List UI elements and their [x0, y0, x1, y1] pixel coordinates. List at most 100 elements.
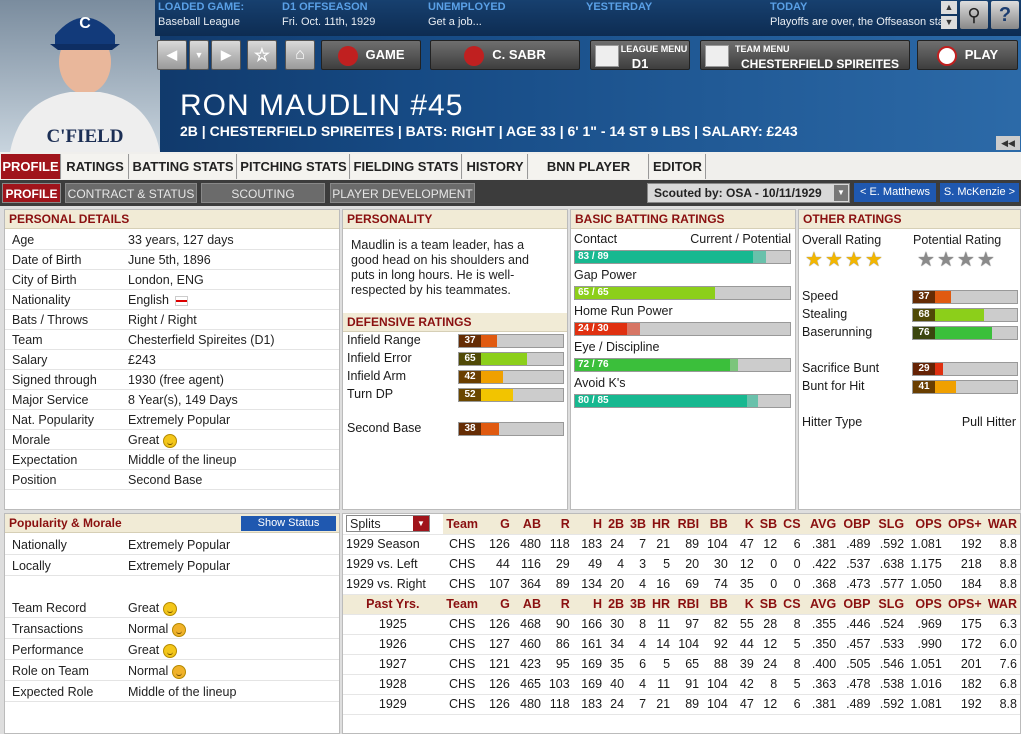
defensive-label: Infield Arm: [347, 369, 407, 383]
stats-cell: 65: [673, 654, 703, 675]
stats-cell: 161: [572, 634, 606, 655]
subtab-profile[interactable]: PROFILE: [2, 183, 61, 203]
stats-cell: .381: [803, 534, 840, 555]
tab-fielding-stats[interactable]: FIELDING STATS: [351, 154, 462, 179]
prev-scout-button[interactable]: < E. Matthews: [854, 183, 936, 202]
league-logo-icon: [595, 45, 619, 67]
stats-cell: 92: [702, 634, 731, 655]
game-menu-button[interactable]: GAME: [321, 40, 421, 70]
top-info-bar: LOADED GAME: Baseball League D1 OFFSEASO…: [155, 0, 1021, 36]
stats-cell: 218: [944, 554, 985, 575]
history-dropdown-button[interactable]: ▼: [189, 40, 209, 70]
other-rating-label: Speed: [802, 289, 839, 303]
stats-cell: 4: [627, 674, 650, 695]
scout-select-value: Scouted by: OSA - 10/11/1929: [654, 186, 822, 200]
stats-cell: 88: [702, 654, 731, 675]
job-status[interactable]: UNEMPLOYED Get a job...: [428, 1, 506, 28]
tab-bnn-player-page[interactable]: BNN PLAYER PAGE: [529, 154, 649, 199]
subtab-scouting-reports[interactable]: SCOUTING REPORTS: [201, 183, 325, 221]
play-button[interactable]: PLAY: [917, 40, 1018, 70]
sub-tabs: PROFILE CONTRACT & STATUS SCOUTING REPOR…: [0, 180, 1021, 221]
stats-cell: CHS: [442, 674, 482, 695]
other-rating-bar: 41: [912, 380, 1018, 394]
stats-cell: 8.8: [984, 534, 1020, 555]
splits-select[interactable]: Splits ▼: [346, 515, 430, 533]
tab-pitching-stats[interactable]: PITCHING STATS: [238, 154, 350, 179]
defensive-bar-value: 52: [459, 389, 481, 401]
tab-ratings[interactable]: RATINGS: [62, 154, 129, 179]
other-rating-label: Baserunning: [802, 325, 873, 339]
stats-cell: 460: [512, 634, 544, 655]
search-icon[interactable]: ⚲: [960, 1, 988, 29]
stats-cell: .990: [907, 634, 945, 655]
subtab-player-development[interactable]: PLAYER DEVELOPMENT: [330, 183, 475, 203]
other-rating-bar: 68: [912, 308, 1018, 322]
stats-header-cell: AVG: [803, 594, 840, 615]
main-tabs: PROFILE RATINGS BATTING STATS PITCHING S…: [0, 152, 1021, 199]
other-ratings-title: OTHER RATINGS: [799, 210, 1020, 229]
stats-cell: 47: [730, 694, 757, 715]
chevron-down-icon: ▼: [413, 516, 429, 532]
league-menu-button[interactable]: LEAGUE MENU D1: [590, 40, 690, 70]
defensive-bar: 52: [458, 388, 564, 402]
personal-row: Signed through 1930 (free agent): [5, 370, 339, 390]
loaded-game[interactable]: LOADED GAME: Baseball League: [158, 1, 244, 28]
yesterday[interactable]: YESTERDAY: [586, 1, 652, 13]
team-menu-button[interactable]: TEAM MENU CHESTERFIELD SPIREITES: [700, 40, 910, 70]
stats-cell: 8: [756, 674, 781, 695]
smiley-great-icon: [163, 433, 178, 448]
back-button[interactable]: ◀: [157, 40, 187, 70]
potential-rating-label: Potential Rating: [913, 233, 1002, 247]
rating-star-icon: ★: [917, 249, 935, 271]
next-scout-button[interactable]: S. McKenzie >: [940, 183, 1019, 202]
popularity-key: Expected Role: [12, 685, 94, 699]
stats-header-row: Past Yrs. Team G AB R H 2B 3B HR RBI BB K SB CS AVG OBP…: [343, 594, 1020, 615]
show-status-button[interactable]: Show Status: [241, 516, 336, 531]
stats-cell: .400: [803, 654, 840, 675]
batting-bar: 80 / 85: [574, 394, 791, 408]
stats-cell: 0: [780, 554, 804, 575]
today[interactable]: TODAY Playoffs are over, the Offseason s…: [770, 1, 956, 28]
star-icon: ☆: [253, 45, 271, 65]
personal-row: Nationality English: [5, 290, 339, 310]
stats-cell: 8.8: [984, 554, 1020, 575]
other-rating-label: Bunt for Hit: [802, 379, 865, 393]
stats-cell: 104: [673, 634, 703, 655]
tab-batting-stats[interactable]: BATTING STATS: [130, 154, 237, 179]
rating-star-icon: ★: [824, 249, 843, 271]
defensive-bar-value: 65: [459, 353, 481, 365]
stats-cell: 4: [605, 554, 628, 575]
hitter-type-value: Pull Hitter: [961, 415, 1016, 429]
tab-profile[interactable]: PROFILE: [1, 154, 61, 179]
help-icon[interactable]: ?: [991, 1, 1019, 29]
defensive-bar: 65: [458, 352, 564, 366]
stats-cell: .446: [839, 614, 874, 635]
stats-cell: 21: [649, 534, 674, 555]
favorite-button[interactable]: ☆: [247, 40, 277, 70]
stats-header-cell: Team: [442, 514, 482, 535]
stats-cell: .489: [839, 534, 874, 555]
defensive-bar-value: 42: [459, 371, 481, 383]
subtab-contract-status[interactable]: CONTRACT & STATUS: [65, 183, 197, 203]
personal-row: City of Birth London, ENG: [5, 270, 339, 290]
scout-select[interactable]: Scouted by: OSA - 10/11/1929 ▼: [647, 183, 850, 203]
tab-editor[interactable]: EDITOR: [650, 154, 706, 179]
tab-history[interactable]: HISTORY: [463, 154, 528, 179]
manager-menu-button[interactable]: C. SABR: [430, 40, 580, 70]
stats-cell: 30: [605, 614, 628, 635]
popularity-value: Great: [128, 598, 178, 618]
home-button[interactable]: ⌂: [285, 40, 315, 70]
collapse-header-icon[interactable]: ◀◀: [996, 136, 1020, 150]
scroll-down-icon[interactable]: ▼: [941, 16, 957, 29]
batting-label: Contact: [574, 232, 618, 246]
forward-button[interactable]: ▶: [211, 40, 241, 70]
loaded-game-value: Baseball League: [158, 16, 240, 28]
stats-cell: 4: [627, 634, 650, 655]
personal-key: City of Birth: [12, 273, 77, 287]
chevron-down-icon: ▼: [834, 185, 848, 201]
stats-header-cell: 3B: [627, 514, 650, 535]
scroll-up-icon[interactable]: ▲: [941, 1, 957, 14]
stats-cell: 39: [730, 654, 757, 675]
game-phase[interactable]: D1 OFFSEASON Fri. Oct. 11th, 1929: [282, 1, 375, 28]
current-potential-label: Current / Potential: [690, 232, 791, 246]
